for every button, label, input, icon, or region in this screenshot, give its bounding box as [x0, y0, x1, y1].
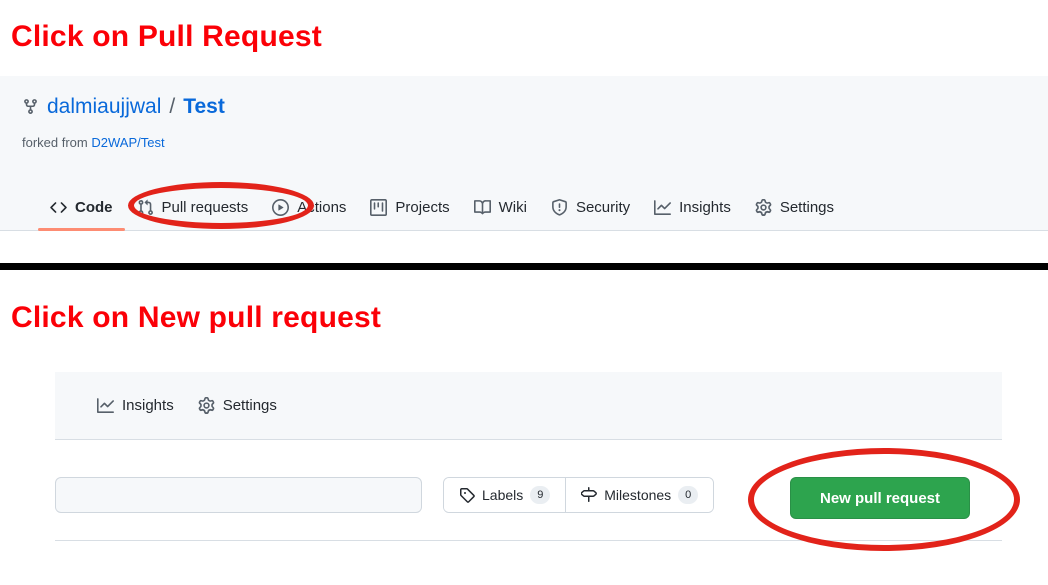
pr-subnav-tab-settings-label: Settings: [222, 397, 277, 414]
repo-tab-code[interactable]: Code: [38, 190, 125, 231]
git-pull-request-icon: [137, 199, 154, 216]
labels-button[interactable]: Labels 9: [444, 478, 566, 512]
repo-tab-wiki-label: Wiki: [498, 198, 527, 216]
repo-path-separator: /: [169, 95, 176, 118]
milestone-icon: [581, 487, 598, 503]
repo-tab-actions-label: Actions: [297, 198, 347, 216]
repo-tab-pull-requests-label: Pull requests: [161, 198, 249, 216]
forked-from-label: forked from: [22, 135, 88, 150]
milestones-button-label: Milestones: [604, 487, 672, 503]
labels-count-badge: 9: [530, 486, 551, 504]
gear-icon: [198, 397, 215, 414]
pr-filter-button-group: Labels 9 Milestones 0: [443, 477, 715, 513]
screenshot-root: Click on Pull Request dalmiaujjwal / Tes…: [0, 0, 1048, 585]
pr-subnav-tab-insights[interactable]: Insights: [85, 397, 186, 414]
section-divider: [0, 263, 1048, 270]
repo-tab-security[interactable]: Security: [539, 190, 642, 224]
repo-tab-settings[interactable]: Settings: [743, 190, 846, 224]
repo-tab-projects-label: Projects: [395, 198, 450, 216]
repo-navigation-tabs: Code Pull requests Actions Projects Wiki…: [0, 190, 1048, 231]
repo-tab-projects[interactable]: Projects: [358, 190, 461, 224]
project-board-icon: [370, 198, 388, 216]
graph-icon: [654, 199, 672, 216]
pr-subnav-tab-insights-label: Insights: [122, 397, 174, 414]
repo-tab-security-label: Security: [575, 198, 631, 216]
tag-icon: [459, 487, 475, 503]
labels-button-label: Labels: [482, 487, 524, 503]
annotation-step-1-heading: Click on Pull Request: [11, 20, 322, 53]
repo-name-link[interactable]: Test: [183, 96, 225, 117]
new-pull-request-button[interactable]: New pull request: [790, 477, 970, 519]
pr-search-input[interactable]: [55, 477, 422, 513]
graph-icon: [97, 397, 114, 414]
code-icon: [50, 199, 67, 216]
forked-from-text: forked from D2WAP/Test: [22, 135, 165, 150]
milestones-count-badge: 0: [678, 486, 699, 504]
book-icon: [473, 199, 491, 216]
pr-subnav-tabs: Insights Settings: [55, 372, 1002, 440]
annotation-step-2-heading: Click on New pull request: [11, 301, 382, 334]
repo-tab-settings-label: Settings: [779, 198, 835, 216]
repo-tab-pull-requests[interactable]: Pull requests: [125, 190, 261, 224]
pr-bottom-divider: [55, 540, 1002, 541]
forked-from-source-link[interactable]: D2WAP/Test: [91, 135, 164, 150]
pr-filter-row: Labels 9 Milestones 0 New pull request: [55, 477, 1002, 523]
repo-forked-icon: [22, 98, 39, 115]
repo-title: dalmiaujjwal / Test: [22, 96, 225, 117]
shield-icon: [551, 198, 568, 216]
repo-tab-code-label: Code: [75, 198, 113, 216]
play-circle-icon: [272, 198, 290, 216]
repo-tab-actions[interactable]: Actions: [260, 190, 358, 224]
milestones-button[interactable]: Milestones 0: [565, 478, 714, 512]
repo-tab-insights-label: Insights: [679, 198, 731, 216]
repo-header-section: dalmiaujjwal / Test forked from D2WAP/Te…: [0, 76, 1048, 231]
repo-tab-wiki[interactable]: Wiki: [462, 190, 539, 224]
gear-icon: [755, 198, 772, 216]
repo-tab-insights[interactable]: Insights: [642, 190, 743, 224]
repo-owner-link[interactable]: dalmiaujjwal: [47, 96, 161, 117]
pr-subnav-tab-settings[interactable]: Settings: [186, 397, 289, 414]
